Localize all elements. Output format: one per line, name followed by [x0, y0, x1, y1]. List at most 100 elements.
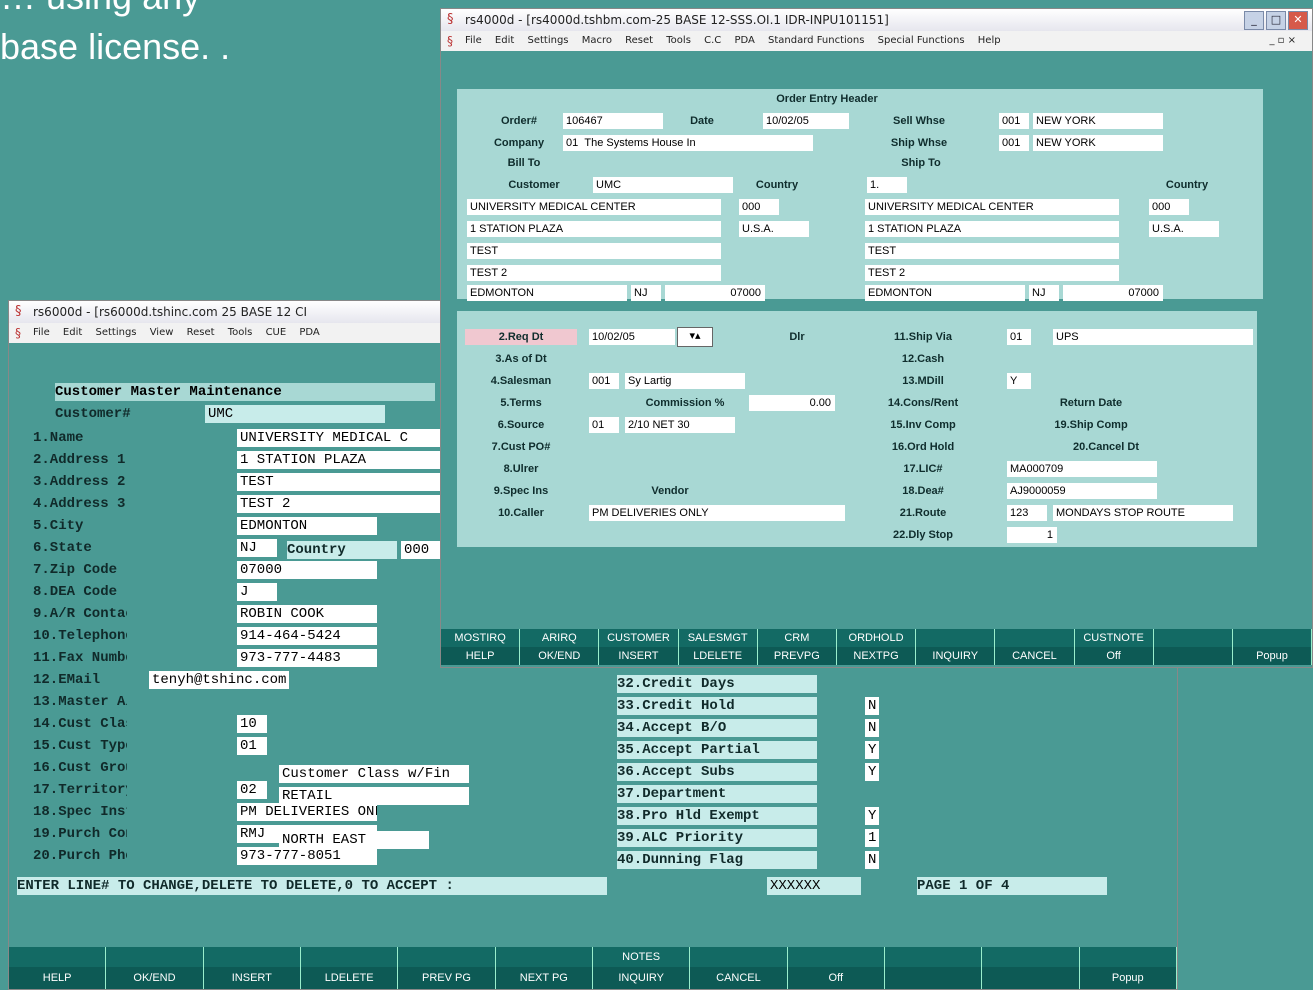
- field-value-6[interactable]: NJ: [237, 539, 277, 557]
- field-value-14[interactable]: 10: [237, 715, 267, 733]
- menu-cc[interactable]: C.C: [704, 35, 721, 46]
- menu-reset[interactable]: Reset: [187, 327, 215, 338]
- fkey-nextpg[interactable]: NEXTPG: [836, 647, 917, 665]
- menu-reset[interactable]: Reset: [625, 35, 653, 46]
- fkey-mostirq[interactable]: MOSTIRQ: [441, 629, 521, 647]
- field-value-7[interactable]: 07000: [237, 561, 377, 579]
- req-dt-field[interactable]: 10/02/05: [589, 329, 675, 345]
- fkey-ok-end[interactable]: OK/END: [520, 647, 600, 665]
- ship-address-line-3[interactable]: TEST: [865, 243, 1119, 259]
- right-field-value-7[interactable]: Y: [865, 807, 879, 825]
- fkey-popup[interactable]: Popup: [1232, 647, 1312, 665]
- right-field-value-3[interactable]: N: [865, 719, 879, 737]
- menu-app-icon[interactable]: §: [447, 34, 453, 48]
- fkey-prevpg[interactable]: PREVPG: [757, 647, 837, 665]
- fkey-prev-pg[interactable]: PREV PG: [398, 967, 496, 989]
- fkey-cancel[interactable]: CANCEL: [995, 647, 1075, 665]
- ship-address-line-2[interactable]: 1 STATION PLAZA: [865, 221, 1119, 237]
- customer-field[interactable]: UMC: [593, 177, 733, 193]
- menu-pda[interactable]: PDA: [299, 327, 319, 338]
- fkey-off[interactable]: Off: [787, 967, 885, 989]
- menu-tools[interactable]: Tools: [228, 327, 253, 338]
- customer-number-field[interactable]: UMC: [205, 405, 385, 423]
- fkey-arirq[interactable]: ARIRQ: [520, 629, 600, 647]
- field-value-9[interactable]: ROBIN COOK: [237, 605, 377, 623]
- field-value-20[interactable]: 973-777-8051: [237, 847, 377, 865]
- fkey-ok-end[interactable]: OK/END: [106, 967, 204, 989]
- menu-file[interactable]: File: [465, 35, 482, 46]
- spec-ins-field[interactable]: PM DELIVERIES ONLY: [589, 505, 845, 521]
- fkey-blank-1[interactable]: [884, 967, 983, 989]
- field-value-17[interactable]: 02: [237, 781, 267, 799]
- ship-city[interactable]: EDMONTON: [865, 285, 1025, 301]
- ship-whse-code[interactable]: 001: [999, 135, 1029, 151]
- menu-view[interactable]: View: [150, 327, 174, 338]
- bill-zip[interactable]: 07000: [665, 285, 765, 301]
- fkey-top-blank-2[interactable]: [995, 629, 1075, 647]
- sell-whse-code[interactable]: 001: [999, 113, 1029, 129]
- menu-edit[interactable]: Edit: [63, 327, 82, 338]
- fkey-insert[interactable]: INSERT: [203, 967, 301, 989]
- country-field[interactable]: 000: [401, 541, 441, 559]
- field-value-12[interactable]: tenyh@tshinc.com: [149, 671, 289, 689]
- bill-address-line-4[interactable]: TEST 2: [467, 265, 721, 281]
- bill-address-line-2[interactable]: 1 STATION PLAZA: [467, 221, 721, 237]
- minimize-icon[interactable]: _: [1244, 11, 1264, 30]
- menu-app-icon[interactable]: §: [15, 326, 21, 340]
- fkey-inquiry[interactable]: INQUIRY: [916, 647, 996, 665]
- field-value-18[interactable]: PM DELIVERIES ONLY: [237, 803, 377, 821]
- close-icon[interactable]: ✕: [1288, 11, 1308, 30]
- right-field-value-4[interactable]: Y: [865, 741, 879, 759]
- right-field-value-5[interactable]: Y: [865, 763, 879, 781]
- ship-zip[interactable]: 07000: [1063, 285, 1163, 301]
- right-field-value-9[interactable]: N: [865, 851, 879, 869]
- ship-address-line-1[interactable]: UNIVERSITY MEDICAL CENTER: [865, 199, 1119, 215]
- field-value-11[interactable]: 973-777-4483: [237, 649, 377, 667]
- fkey-notes[interactable]: NOTES: [592, 947, 691, 967]
- terms-code[interactable]: 01: [589, 417, 619, 433]
- right-field-value-8[interactable]: 1: [865, 829, 879, 847]
- fkey-next-pg[interactable]: NEXT PG: [495, 967, 593, 989]
- fkey-help[interactable]: HELP: [441, 647, 521, 665]
- ship-state[interactable]: NJ: [1029, 285, 1059, 301]
- fkey-off[interactable]: Off: [1074, 647, 1154, 665]
- menu-edit[interactable]: Edit: [495, 35, 514, 46]
- field-value-5[interactable]: EDMONTON: [237, 517, 377, 535]
- fkey-insert[interactable]: INSERT: [599, 647, 679, 665]
- menu-pda[interactable]: PDA: [734, 35, 754, 46]
- field-value-8[interactable]: J: [237, 583, 277, 601]
- order-field[interactable]: 106467: [563, 113, 663, 129]
- salesman-code[interactable]: 001: [589, 373, 619, 389]
- bill-address-line-1[interactable]: UNIVERSITY MEDICAL CENTER: [467, 199, 721, 215]
- fkey-top-blank-4[interactable]: [1232, 629, 1312, 647]
- date-spinner-icon[interactable]: ▾▴: [677, 327, 713, 347]
- ship-no-field[interactable]: 1.: [867, 177, 907, 193]
- menu-tools[interactable]: Tools: [666, 35, 691, 46]
- fkey-top-blank-1[interactable]: [916, 629, 996, 647]
- menu-file[interactable]: File: [33, 327, 50, 338]
- order-window-titlebar[interactable]: § rs4000d - [rs4000d.tshbm.com-25 BASE 1…: [441, 9, 1312, 31]
- fkey-inquiry[interactable]: INQUIRY: [592, 967, 691, 989]
- fkey-ldelete[interactable]: LDELETE: [300, 967, 399, 989]
- lic-field[interactable]: MA000709: [1007, 461, 1157, 477]
- date-field[interactable]: 10/02/05: [763, 113, 849, 129]
- company-field[interactable]: 01 The Systems House In: [563, 135, 813, 151]
- menu-special-functions[interactable]: Special Functions: [878, 35, 965, 46]
- fkey-ldelete[interactable]: LDELETE: [678, 647, 758, 665]
- field-value-15[interactable]: 01: [237, 737, 267, 755]
- bill-address-line-3[interactable]: TEST: [467, 243, 721, 259]
- menu-settings[interactable]: Settings: [527, 35, 568, 46]
- fkey-cancel[interactable]: CANCEL: [690, 967, 788, 989]
- ship-address-line-4[interactable]: TEST 2: [865, 265, 1119, 281]
- mdill-field[interactable]: Y: [1007, 373, 1031, 389]
- bill-state[interactable]: NJ: [631, 285, 661, 301]
- right-field-value-2[interactable]: N: [865, 697, 879, 715]
- menu-macro[interactable]: Macro: [582, 35, 612, 46]
- fkey-salesmgt[interactable]: SALESMGT: [678, 629, 758, 647]
- bill-city[interactable]: EDMONTON: [467, 285, 627, 301]
- field-value-10[interactable]: 914-464-5424: [237, 627, 377, 645]
- commission-field[interactable]: 0.00: [749, 395, 835, 411]
- fkey-popup[interactable]: Popup: [1079, 967, 1177, 989]
- menu-standard-functions[interactable]: Standard Functions: [768, 35, 864, 46]
- menu-cue[interactable]: CUE: [266, 327, 287, 338]
